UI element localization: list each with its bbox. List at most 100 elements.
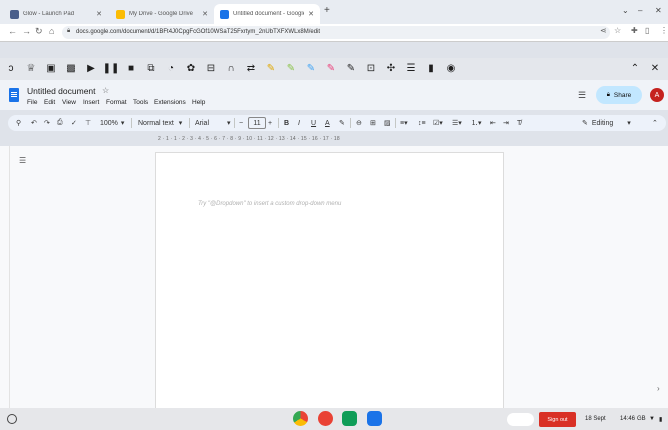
url-text[interactable]: docs.google.com/document/d/1BFt4J0CpgFcG… xyxy=(76,29,320,35)
stylus-toggle[interactable] xyxy=(507,413,534,426)
display-icon[interactable]: ⊟ xyxy=(204,61,218,75)
comment-icon[interactable]: ⊞ xyxy=(370,117,376,129)
highlighter-green-icon[interactable]: ✎ xyxy=(284,61,298,75)
launcher-icon[interactable] xyxy=(7,414,17,424)
highlighter-purple-icon[interactable]: ✎ xyxy=(344,61,358,75)
play-icon[interactable]: ▶ xyxy=(84,61,98,75)
strike-icon[interactable]: ⊡ xyxy=(364,61,378,75)
share-button[interactable]: 🔒︎ Share xyxy=(596,86,642,104)
print-icon[interactable]: ⎙ xyxy=(57,117,63,129)
undo-icon[interactable]: ↶ xyxy=(31,117,37,129)
puzzle-icon[interactable]: ✣ xyxy=(384,61,398,75)
docs-logo-icon[interactable] xyxy=(9,88,19,102)
list-icon[interactable]: ☰ xyxy=(404,61,418,75)
decrease-indent-icon[interactable]: ⇤ xyxy=(490,117,496,129)
text-color-icon[interactable]: A xyxy=(325,117,330,129)
extensions-icon[interactable]: ✚ xyxy=(631,26,638,35)
editing-mode-select[interactable]: ✎ Editing ▾ xyxy=(582,117,631,129)
tab-glow[interactable]: Glow - Launch Pad ✕ xyxy=(4,4,108,24)
new-tab-button[interactable]: + xyxy=(324,5,330,16)
tab-drive[interactable]: My Drive - Google Drive ✕ xyxy=(110,4,214,24)
highlighter-blue-icon[interactable]: ✎ xyxy=(304,61,318,75)
classroom-icon[interactable] xyxy=(342,411,357,426)
pause-icon[interactable]: ❚❚ xyxy=(103,61,120,75)
date-text[interactable]: 18 Sept xyxy=(585,416,606,422)
hide-menus-icon[interactable]: ⌃ xyxy=(652,117,658,129)
picture-icon[interactable]: ▩ xyxy=(64,61,78,75)
highlighter-yellow-icon[interactable]: ✎ xyxy=(264,61,278,75)
menu-view[interactable]: View xyxy=(62,99,76,106)
sign-out-button[interactable]: Sign out xyxy=(539,412,576,427)
underline-icon[interactable]: U xyxy=(311,117,316,129)
highlight-icon[interactable]: ✎ xyxy=(339,117,345,129)
zoom-select[interactable]: 100% ▾ xyxy=(100,117,124,129)
share-page-icon[interactable]: ⋖ xyxy=(600,26,607,35)
align-icon[interactable]: ≡▾ xyxy=(400,117,408,129)
close-icon[interactable]: ✕ xyxy=(96,10,102,18)
minimize-icon[interactable]: – xyxy=(638,6,642,15)
star-icon[interactable]: ☆ xyxy=(102,86,109,95)
tab-search-icon[interactable]: ⌄ xyxy=(622,6,629,15)
back-icon[interactable]: ← xyxy=(8,26,17,36)
forward-icon[interactable]: → xyxy=(22,26,31,36)
font-select[interactable]: Arial ▾ xyxy=(195,117,231,129)
clear-formatting-icon[interactable]: T̸ xyxy=(517,117,521,129)
fonts-icon[interactable]: ⇄ xyxy=(244,61,258,75)
menu-edit[interactable]: Edit xyxy=(44,99,55,106)
menu-insert[interactable]: Insert xyxy=(83,99,99,106)
italic-icon[interactable]: I xyxy=(298,117,300,129)
checklist-icon[interactable]: ☑▾ xyxy=(433,117,443,129)
highlighter-pink-icon[interactable]: ✎ xyxy=(324,61,338,75)
read-icon[interactable]: ▣ xyxy=(44,61,58,75)
more-menu-icon[interactable]: ⋮ xyxy=(660,26,668,35)
note-icon[interactable]: ▮ xyxy=(424,61,438,75)
app-red-icon[interactable] xyxy=(318,411,333,426)
tab-docs[interactable]: Untitled document - Google Docs ✕ xyxy=(214,4,320,24)
close-toolbar-icon[interactable]: ✕ xyxy=(648,61,662,75)
increase-indent-icon[interactable]: ⇥ xyxy=(503,117,509,129)
bold-icon[interactable]: B xyxy=(284,117,289,129)
stop-icon[interactable]: ■ xyxy=(124,61,138,75)
export-icon[interactable]: ◔ xyxy=(164,61,178,75)
glow-icon[interactable]: ↄ xyxy=(4,61,18,75)
menu-help[interactable]: Help xyxy=(192,99,205,106)
spellcheck-icon[interactable]: ✓ xyxy=(71,117,77,129)
region-text[interactable]: GB xyxy=(637,416,646,422)
battery-icon[interactable]: ▮ xyxy=(659,416,662,423)
horizontal-ruler[interactable]: 2 · 1 · 1 · 2 · 3 · 4 · 5 · 6 · 7 · 8 · … xyxy=(158,136,340,142)
font-size-input[interactable]: 11 xyxy=(248,117,266,129)
menu-tools[interactable]: Tools xyxy=(133,99,148,106)
close-window-icon[interactable]: ✕ xyxy=(655,6,662,15)
decrease-font-icon[interactable]: − xyxy=(239,117,243,129)
search-icon[interactable]: ⚲ xyxy=(16,117,21,129)
chevron-up-icon[interactable]: ⌃ xyxy=(628,61,642,75)
style-select[interactable]: Normal text ▾ xyxy=(138,117,182,129)
bookmark-star-icon[interactable]: ☆ xyxy=(614,26,621,35)
numbered-list-icon[interactable]: ⒈▾ xyxy=(471,117,482,129)
camera-icon[interactable]: ◉ xyxy=(444,61,458,75)
menu-extensions[interactable]: Extensions xyxy=(154,99,186,106)
image-icon[interactable]: ▨ xyxy=(384,117,391,129)
outline-icon[interactable]: ☰ xyxy=(19,156,26,165)
document-page[interactable] xyxy=(155,152,504,410)
menu-format[interactable]: Format xyxy=(106,99,127,106)
wifi-icon[interactable]: ▼ xyxy=(649,416,655,422)
headphones-icon[interactable]: ∩ xyxy=(224,61,238,75)
close-icon[interactable]: ✕ xyxy=(308,10,314,18)
link-icon[interactable]: ⊖ xyxy=(356,117,362,129)
document-title[interactable]: Untitled document xyxy=(27,86,96,96)
paint-format-icon[interactable]: ⊤ xyxy=(85,117,91,129)
files-icon[interactable] xyxy=(367,411,382,426)
chrome-icon[interactable] xyxy=(293,411,308,426)
explore-icon[interactable]: › xyxy=(657,384,667,398)
line-spacing-icon[interactable]: ↕≡ xyxy=(418,117,426,129)
screenshot-icon[interactable]: ⧉ xyxy=(144,61,158,75)
reload-icon[interactable]: ↻ xyxy=(35,26,43,37)
close-icon[interactable]: ✕ xyxy=(202,10,208,18)
tt-icon[interactable]: ♕ xyxy=(24,61,38,75)
redo-icon[interactable]: ↷ xyxy=(44,117,50,129)
bulleted-list-icon[interactable]: ☰▾ xyxy=(452,117,462,129)
increase-font-icon[interactable]: + xyxy=(268,117,272,129)
menu-file[interactable]: File xyxy=(27,99,37,106)
globe-icon[interactable]: ✿ xyxy=(184,61,198,75)
